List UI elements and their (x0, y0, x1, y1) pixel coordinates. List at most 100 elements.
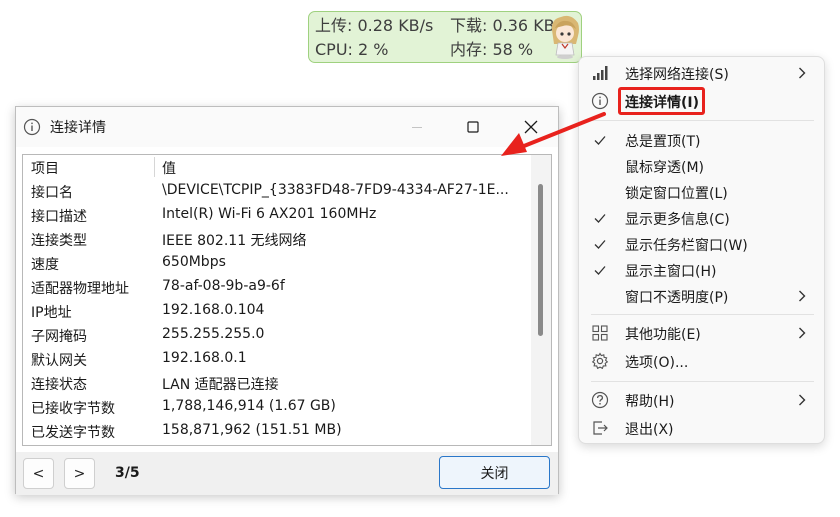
row-name: 适配器物理地址 (31, 281, 129, 297)
row-value: Intel(R) Wi-Fi 6 AX201 160MHz (162, 206, 377, 222)
signal-bars-icon (593, 66, 608, 80)
check-icon (594, 136, 606, 145)
menu-item-help[interactable]: 帮助(H) (579, 387, 824, 413)
dialog-footer: < > 3/5 关闭 (16, 452, 558, 495)
row-name: 接口名 (31, 185, 73, 201)
row-value: \DEVICE\TCPIP_{3383FD48-7FD9-4334-AF27-1… (162, 182, 509, 198)
close-button[interactable]: 关闭 (439, 456, 550, 489)
menu-item-label: 锁定窗口位置(L) (625, 186, 728, 202)
menu-separator (591, 314, 814, 315)
traffic-monitor-widget[interactable]: 上传: 0.28 KB/s 下载: 0.36 KB/s CPU: 2 % 内存:… (308, 11, 582, 63)
table-row[interactable]: 已接收字节数 1,788,146,914 (1.67 GB) (23, 395, 533, 419)
table-row[interactable]: 连接类型 IEEE 802.11 无线网络 (23, 227, 533, 251)
menu-item-other-functions[interactable]: 其他功能(E) (579, 320, 824, 346)
menu-item-label: 显示主窗口(H) (625, 264, 717, 280)
menu-item-label: 显示任务栏窗口(W) (625, 238, 748, 254)
close-icon (524, 120, 538, 134)
menu-item-label: 选择网络连接(S) (625, 67, 729, 83)
red-highlight-box (618, 87, 705, 115)
connection-details-dialog: 连接详情 项目 值 接口名 \DEVICE\TCPIP_{3383FD48-7F… (15, 106, 559, 495)
menu-item-select-network[interactable]: 选择网络连接(S) (579, 60, 824, 86)
menu-separator (591, 120, 814, 121)
menu-item-window-opacity[interactable]: 窗口不透明度(P) (579, 283, 824, 309)
row-name: 已发送字节数 (31, 425, 115, 441)
gear-icon (591, 352, 609, 370)
menu-item-lock-position[interactable]: 锁定窗口位置(L) (579, 179, 824, 205)
menu-item-label: 帮助(H) (625, 394, 675, 410)
menu-item-label: 窗口不透明度(P) (625, 290, 729, 306)
table-row[interactable]: 已发送字节数 158,871,962 (151.51 MB) (23, 419, 533, 443)
menu-item-label: 显示更多信息(C) (625, 212, 730, 228)
menu-item-exit[interactable]: 退出(X) (579, 415, 824, 441)
row-name: 连接类型 (31, 233, 87, 249)
maximize-icon (467, 121, 479, 133)
check-icon (594, 214, 606, 223)
menu-item-mouse-penetrate[interactable]: 鼠标穿透(M) (579, 153, 824, 179)
menu-item-label: 其他功能(E) (625, 327, 701, 343)
row-value: 158,871,962 (151.51 MB) (162, 422, 342, 438)
grid-icon (592, 325, 608, 341)
menu-separator (591, 381, 814, 382)
chevron-right-icon (799, 67, 806, 79)
chevron-right-icon (799, 290, 806, 302)
info-icon (591, 92, 609, 110)
page-indicator: 3/5 (115, 465, 140, 481)
next-page-button[interactable]: > (64, 458, 95, 489)
table-row[interactable]: 连接状态 LAN 适配器已连接 (23, 371, 533, 395)
table-row[interactable]: 速度 650Mbps (23, 251, 533, 275)
column-header-item[interactable]: 项目 (31, 158, 59, 178)
row-value: 650Mbps (162, 254, 226, 270)
maximize-button[interactable] (445, 107, 501, 147)
table-row[interactable]: 默认网关 192.168.0.1 (23, 347, 533, 371)
row-value: 255.255.255.0 (162, 326, 265, 342)
row-name: 速度 (31, 257, 59, 273)
row-name: 连接状态 (31, 377, 87, 393)
check-icon (594, 266, 606, 275)
details-table[interactable]: 项目 值 接口名 \DEVICE\TCPIP_{3383FD48-7FD9-43… (22, 154, 552, 446)
cpu-usage: CPU: 2 % (315, 40, 389, 59)
row-name: 子网掩码 (31, 329, 87, 345)
row-name: 已接收字节数 (31, 401, 115, 417)
table-header: 项目 值 (23, 155, 533, 179)
info-icon (23, 118, 41, 136)
table-row[interactable]: IP地址 192.168.0.104 (23, 299, 533, 323)
row-name: 默认网关 (31, 353, 87, 369)
help-icon (591, 391, 609, 409)
table-row[interactable]: 子网掩码 255.255.255.0 (23, 323, 533, 347)
minimize-button[interactable] (389, 107, 445, 147)
column-header-value[interactable]: 值 (162, 158, 176, 178)
menu-item-label: 总是置顶(T) (625, 134, 701, 150)
menu-item-show-main-window[interactable]: 显示主窗口(H) (579, 257, 824, 283)
upload-speed: 上传: 0.28 KB/s (315, 16, 434, 35)
close-window-button[interactable] (503, 107, 559, 147)
table-row[interactable]: 适配器物理地址 78-af-08-9b-a9-6f (23, 275, 533, 299)
menu-item-label: 鼠标穿透(M) (625, 160, 705, 176)
row-value: LAN 适配器已连接 (162, 377, 279, 393)
previous-page-button[interactable]: < (23, 458, 54, 489)
menu-item-always-on-top[interactable]: 总是置顶(T) (579, 127, 824, 153)
menu-item-label: 选项(O)... (625, 355, 689, 371)
menu-item-show-more-info[interactable]: 显示更多信息(C) (579, 205, 824, 231)
table-row[interactable]: 接口描述 Intel(R) Wi-Fi 6 AX201 160MHz (23, 203, 533, 227)
chevron-right-icon (799, 394, 806, 406)
minimize-icon (412, 127, 422, 128)
menu-item-show-taskbar-window[interactable]: 显示任务栏窗口(W) (579, 231, 824, 257)
mascot-icon (551, 15, 579, 59)
row-name: IP地址 (31, 305, 72, 321)
vertical-scrollbar[interactable] (531, 155, 551, 445)
dialog-titlebar[interactable]: 连接详情 (16, 107, 558, 147)
table-row[interactable]: 接口名 \DEVICE\TCPIP_{3383FD48-7FD9-4334-AF… (23, 179, 533, 203)
menu-item-label: 退出(X) (625, 422, 674, 438)
row-name: 接口描述 (31, 209, 87, 225)
check-icon (594, 240, 606, 249)
row-value: 78-af-08-9b-a9-6f (162, 278, 285, 294)
context-menu: 选择网络连接(S) 连接详情(I) 总是置顶(T) 鼠标穿透(M) 锁定窗口位置… (578, 56, 825, 444)
dialog-title: 连接详情 (50, 120, 106, 136)
scrollbar-thumb[interactable] (538, 184, 543, 336)
row-value: IEEE 802.11 无线网络 (162, 233, 307, 249)
column-divider[interactable] (154, 157, 155, 177)
chevron-right-icon (799, 327, 806, 339)
row-value: 192.168.0.104 (162, 302, 265, 318)
menu-item-options[interactable]: 选项(O)... (579, 348, 824, 374)
memory-usage: 内存: 58 % (450, 40, 534, 59)
